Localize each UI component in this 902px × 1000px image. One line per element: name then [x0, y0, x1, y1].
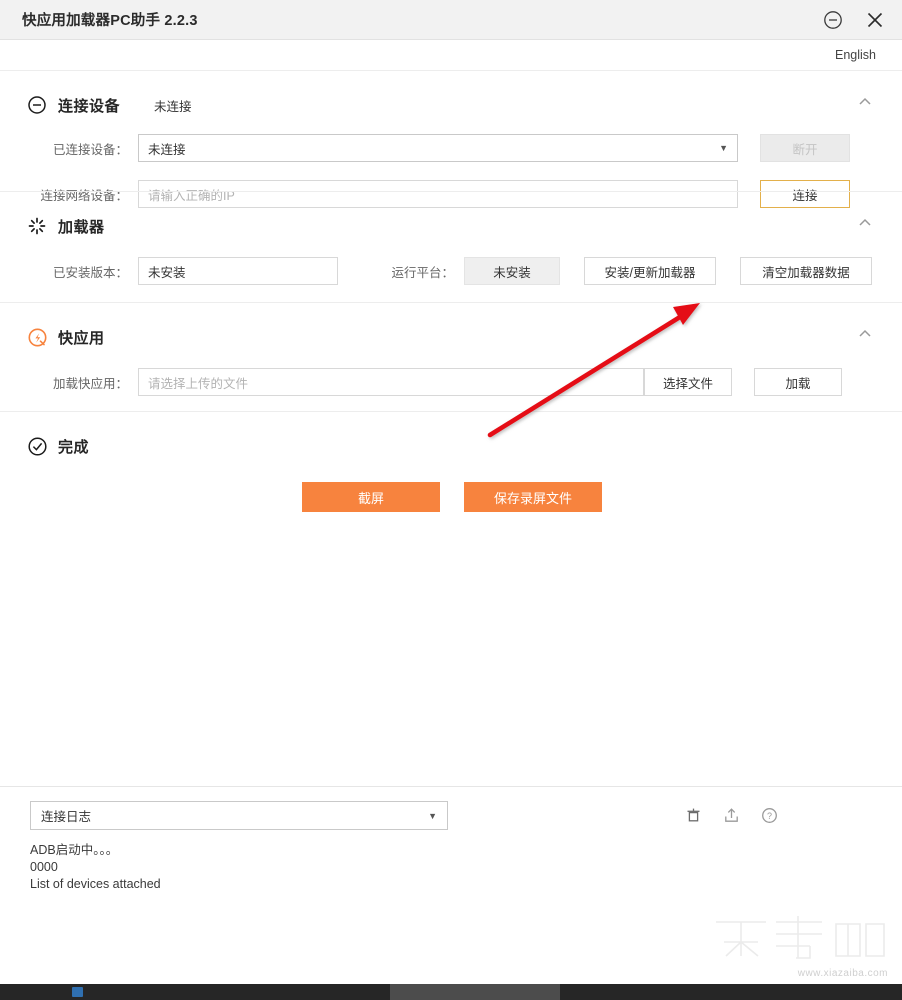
finish-buttons-row: 截屏 保存录屏文件: [26, 482, 876, 512]
connected-device-select[interactable]: 未连接 ▼: [138, 134, 738, 162]
section-title-quickapp: 快应用: [58, 329, 105, 347]
section-loader: 加载器 已安装版本： 未安装 运行平台： 未安装 安装/更新加载器 清空加载器数…: [0, 191, 902, 302]
section-title-finish: 完成: [58, 438, 90, 456]
spinner-icon: [26, 215, 48, 237]
label-installed-version: 已安装版本：: [52, 265, 128, 280]
connected-device-value: 未连接: [148, 142, 186, 157]
window-title: 快应用加载器PC助手 2.2.3: [22, 13, 198, 29]
taskbar-active-item[interactable]: [390, 984, 560, 1000]
section-header-connect-device: 连接设备 未连接: [26, 71, 876, 127]
minimize-circle-icon[interactable]: [820, 7, 846, 33]
log-action-icons: ?: [684, 807, 876, 825]
install-update-loader-button[interactable]: 安装/更新加载器: [584, 257, 716, 285]
chevron-down-icon: ▼: [428, 810, 437, 821]
section-title-loader: 加载器: [58, 218, 105, 236]
section-header-loader: 加载器: [26, 192, 876, 248]
label-load-quickapp: 加载快应用：: [52, 376, 128, 391]
clear-loader-data-button[interactable]: 清空加载器数据: [740, 257, 872, 285]
save-recording-button[interactable]: 保存录屏文件: [464, 482, 602, 512]
check-circle-icon: [26, 435, 48, 457]
help-circle-icon[interactable]: ?: [760, 807, 778, 825]
app-window: 快应用加载器PC助手 2.2.3 English 连接设备 未连接 已连接设备：…: [0, 0, 902, 984]
choose-file-button[interactable]: 选择文件: [644, 368, 732, 396]
section-header-quickapp: 快应用: [26, 303, 876, 359]
chevron-down-icon: ▼: [719, 143, 728, 153]
taskbar: [0, 984, 902, 1000]
main-content: English 连接设备 未连接 已连接设备： 未连接 ▼ 断开 连接网络设备：…: [0, 40, 902, 787]
installed-version-value: 未安装: [148, 265, 186, 280]
collapse-loader-chevron-up-icon[interactable]: [856, 214, 874, 232]
minus-circle-icon: [26, 94, 48, 116]
upload-icon[interactable]: [722, 807, 740, 825]
section-connect-device: 连接设备 未连接 已连接设备： 未连接 ▼ 断开 连接网络设备： 请输入正确的I…: [0, 70, 902, 208]
label-connected-device: 已连接设备：: [52, 142, 128, 157]
title-bar: 快应用加载器PC助手 2.2.3: [0, 0, 902, 40]
quickapp-logo-icon: [26, 326, 48, 348]
section-quickapp: 快应用 加载快应用： 请选择上传的文件 选择文件 加载: [0, 302, 902, 411]
row-loader-info: 已安装版本： 未安装 运行平台： 未安装 安装/更新加载器 清空加载器数据: [26, 256, 876, 286]
installed-version-field: 未安装: [138, 257, 338, 285]
collapse-quickapp-chevron-up-icon[interactable]: [856, 325, 874, 343]
section-title-connect-device: 连接设备: [58, 97, 121, 115]
row-load-quickapp: 加载快应用： 请选择上传的文件 选择文件 加载: [26, 367, 876, 397]
run-platform-value-button[interactable]: 未安装: [464, 257, 560, 285]
collapse-connect-device-chevron-up-icon[interactable]: [856, 93, 874, 111]
log-output: ADB启动中。。。 0000 List of devices attached: [30, 842, 876, 893]
taskbar-app-icon[interactable]: [72, 987, 83, 997]
log-type-value: 连接日志: [41, 810, 92, 824]
label-run-platform: 运行平台：: [391, 265, 454, 280]
close-icon[interactable]: [862, 7, 888, 33]
log-toolbar: 连接日志 ▼ ?: [30, 801, 876, 830]
row-connected-device: 已连接设备： 未连接 ▼ 断开: [26, 133, 876, 163]
log-line: List of devices attached: [30, 877, 161, 891]
section-header-finish: 完成: [26, 412, 876, 468]
device-connection-status: 未连接: [154, 99, 192, 114]
section-finish: 完成 截屏 保存录屏文件: [0, 411, 902, 532]
trash-icon[interactable]: [684, 807, 702, 825]
log-line: ADB启动中。。。: [30, 843, 119, 857]
load-button[interactable]: 加载: [754, 368, 842, 396]
log-type-select[interactable]: 连接日志 ▼: [30, 801, 448, 830]
disconnect-button[interactable]: 断开: [760, 134, 850, 162]
language-switch-link[interactable]: English: [835, 48, 876, 62]
screenshot-button[interactable]: 截屏: [302, 482, 440, 512]
window-controls: [820, 7, 888, 33]
language-row: English: [0, 40, 902, 70]
svg-text:?: ?: [766, 811, 771, 821]
quickapp-file-input[interactable]: 请选择上传的文件: [138, 368, 644, 396]
log-panel: 连接日志 ▼ ? ADB启动中。。。 0000 List of devices …: [0, 787, 902, 983]
log-line: 0000: [30, 860, 58, 874]
quickapp-file-placeholder: 请选择上传的文件: [148, 376, 249, 391]
